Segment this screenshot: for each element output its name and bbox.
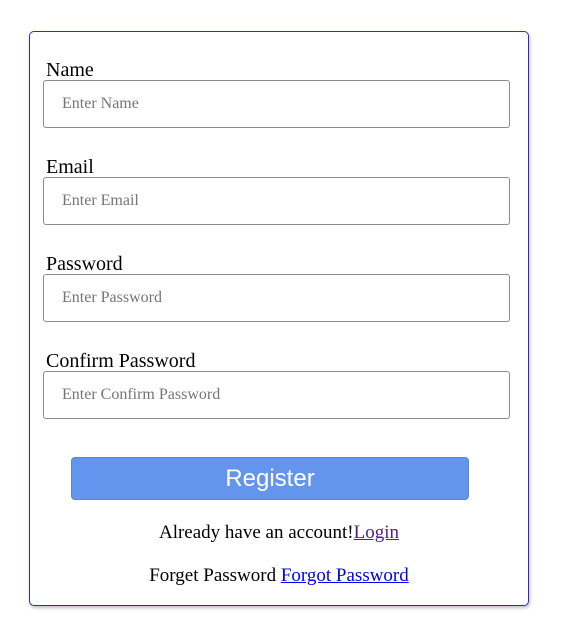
email-label: Email [46,156,94,178]
forgot-password-link[interactable]: Forgot Password [281,565,409,586]
confirm-password-input[interactable] [43,371,510,419]
login-link[interactable]: Login [354,522,399,543]
forgot-password-prompt: Forget Password Forgot Password [30,565,528,587]
password-field-group: Password [43,254,510,322]
register-button[interactable]: Register [71,457,469,500]
name-label: Name [46,59,94,81]
name-input[interactable] [43,80,510,128]
confirm-password-field-group: Confirm Password [43,351,510,419]
password-label: Password [46,253,123,275]
register-card: Name Email Password Confirm Password Reg… [29,31,529,606]
login-prompt: Already have an account!Login [30,522,528,544]
confirm-password-label: Confirm Password [46,350,196,372]
forget-password-text: Forget Password [149,565,277,586]
email-field-group: Email [43,157,510,225]
name-field-group: Name [43,60,510,128]
account-text: Already have an account! [158,522,354,543]
email-input[interactable] [43,177,510,225]
password-input[interactable] [43,274,510,322]
